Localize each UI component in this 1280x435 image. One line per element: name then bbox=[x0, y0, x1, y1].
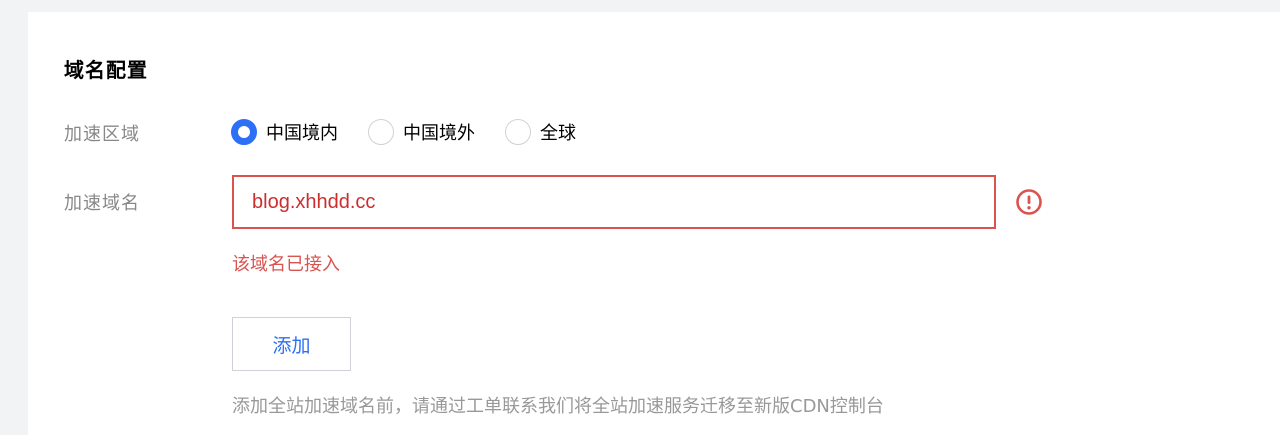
radio-label: 全球 bbox=[540, 123, 576, 144]
radio-label: 中国境内 bbox=[266, 123, 338, 144]
radio-unchecked-icon[interactable] bbox=[368, 119, 394, 145]
region-radio-group: 中国境内 中国境外 全球 bbox=[231, 116, 606, 148]
radio-label: 中国境外 bbox=[403, 123, 475, 144]
add-button[interactable]: 添加 bbox=[232, 317, 351, 371]
migration-hint: 添加全站加速域名前，请通过工单联系我们将全站加速服务迁移至新版CDN控制台 bbox=[232, 396, 884, 417]
domain-error-message: 该域名已接入 bbox=[232, 254, 340, 275]
domain-config-card: 域名配置 加速区域 中国境内 中国境外 全球 加速域名 该域名已接入 添加 添加… bbox=[28, 12, 1280, 435]
domain-label: 加速域名 bbox=[64, 193, 140, 214]
exclamation-circle-icon bbox=[1016, 189, 1042, 215]
radio-checked-icon[interactable] bbox=[231, 119, 257, 145]
radio-global[interactable]: 全球 bbox=[505, 119, 576, 145]
section-title: 域名配置 bbox=[64, 58, 148, 82]
radio-unchecked-icon[interactable] bbox=[505, 119, 531, 145]
region-label: 加速区域 bbox=[64, 124, 140, 145]
radio-china-mainland[interactable]: 中国境内 bbox=[231, 119, 338, 145]
domain-input[interactable] bbox=[232, 175, 996, 229]
radio-outside-china[interactable]: 中国境外 bbox=[368, 119, 475, 145]
